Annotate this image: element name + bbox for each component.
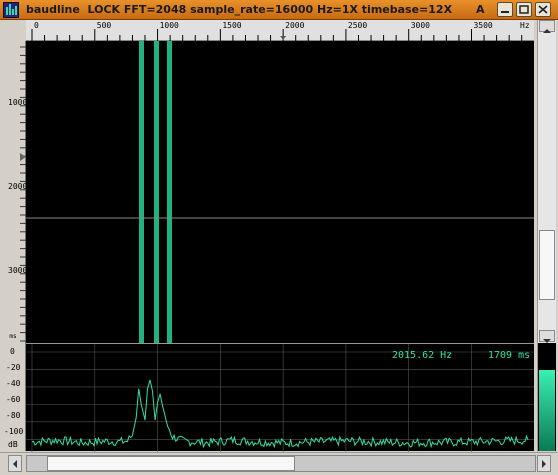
- vertical-scroll-thumb[interactable]: [539, 230, 555, 300]
- time-unit-label: ms: [9, 333, 17, 340]
- spectrum-plot: [26, 344, 534, 452]
- db-label-20: -20: [6, 363, 21, 372]
- level-meter-fill: [539, 370, 555, 451]
- arrow-up-icon: [543, 29, 551, 33]
- time-label-1000: 1000: [8, 98, 28, 107]
- time-label-3000: 3000: [8, 266, 28, 275]
- db-label-60: -60: [6, 395, 21, 404]
- scroll-left-button[interactable]: [8, 455, 22, 472]
- arrow-right-icon: [542, 460, 546, 468]
- arrow-left-icon: [13, 460, 17, 468]
- minimize-button[interactable]: [497, 2, 513, 17]
- horizontal-scrollbar[interactable]: [0, 452, 558, 475]
- db-unit-label: dB: [8, 440, 18, 449]
- spectrogram-waterfall[interactable]: [26, 41, 534, 343]
- cursor-time-readout: 1709 ms: [488, 350, 531, 361]
- close-icon: [538, 5, 548, 14]
- db-label-100: -100: [4, 427, 24, 436]
- cursor-frequency-readout: 2015.62 Hz: [392, 350, 453, 361]
- ruler-label-500: 500: [96, 21, 112, 30]
- ruler-label-2000: 2000: [285, 21, 305, 30]
- spectrum-display[interactable]: 2015.62 Hz 1709 ms: [26, 343, 534, 452]
- maximize-button[interactable]: [516, 2, 532, 17]
- ruler-label-1500: 1500: [222, 21, 242, 30]
- db-label-80: -80: [6, 411, 21, 420]
- baudline-app-icon[interactable]: [3, 2, 19, 18]
- horizontal-scroll-thumb[interactable]: [47, 456, 295, 471]
- time-axis-ticks: [20, 46, 26, 342]
- scroll-down-button[interactable]: [539, 330, 555, 343]
- scroll-right-button[interactable]: [537, 455, 551, 472]
- waterfall-canvas: [26, 41, 534, 343]
- title-bar[interactable]: baudline LOCK FFT=2048 sample_rate=16000…: [0, 0, 558, 20]
- signal-line-3: [167, 41, 172, 343]
- window-title: baudline LOCK FFT=2048 sample_rate=16000…: [26, 3, 453, 16]
- ruler-label-3000: 3000: [410, 21, 430, 30]
- ruler-label-1000: 1000: [159, 21, 179, 30]
- minimize-icon: [501, 11, 509, 13]
- ruler-label-2500: 2500: [347, 21, 368, 30]
- vertical-scrollbar[interactable]: [537, 20, 556, 344]
- frequency-unit-label: Hz: [520, 21, 530, 30]
- db-axis: 0 -20 -40 -60 -80 -100 dB: [0, 343, 26, 451]
- close-button[interactable]: [535, 2, 551, 17]
- level-meter: [537, 343, 556, 451]
- ruler-label-0: 0: [34, 21, 39, 30]
- window-title-tail: A: [476, 3, 485, 16]
- signal-line-2: [154, 41, 159, 343]
- signal-line-1: [139, 41, 144, 343]
- db-label-40: -40: [6, 379, 21, 388]
- horizontal-scroll-track[interactable]: [26, 455, 536, 472]
- maximize-icon: [519, 5, 529, 14]
- frequency-ruler[interactable]: 0 500 1000 1500 2000 2500 3000 3500 Hz: [26, 20, 534, 41]
- ruler-label-3500: 3500: [473, 21, 493, 30]
- time-axis[interactable]: 1000 2000 3000 ms: [0, 41, 28, 343]
- scroll-up-button[interactable]: [539, 20, 555, 33]
- frequency-cursor-marker: [280, 36, 287, 40]
- db-label-0: 0: [10, 347, 15, 356]
- time-label-2000: 2000: [8, 182, 28, 191]
- spectrum-trace: [31, 379, 529, 449]
